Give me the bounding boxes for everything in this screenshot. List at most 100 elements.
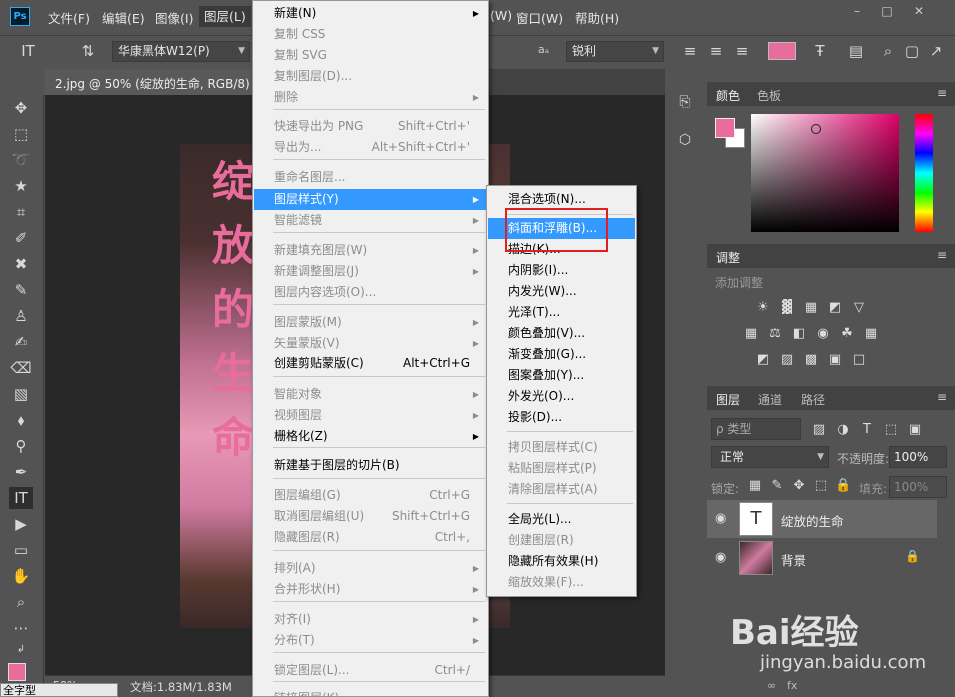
text-orientation-icon[interactable]: ⇅: [76, 40, 100, 62]
3d-panel-icon[interactable]: ⬡: [676, 132, 694, 150]
minimize-icon[interactable]: –: [850, 4, 864, 18]
layer-style-item[interactable]: 混合选项(N)...: [488, 189, 635, 210]
layer-menu-item[interactable]: 栅格化(Z) ▶: [254, 426, 487, 447]
maximize-icon[interactable]: □: [880, 4, 894, 18]
layer-style-item[interactable]: 创建图层(R): [488, 530, 635, 551]
marquee-tool-icon[interactable]: ⬚: [9, 123, 33, 145]
vibrance-icon[interactable]: ▽: [851, 300, 867, 316]
history-panel-icon[interactable]: ⎘: [676, 94, 694, 112]
layer-menu-item[interactable]: 复制 SVG: [254, 45, 487, 66]
layer-menu-item[interactable]: 复制图层(D)...: [254, 66, 487, 87]
menu-window[interactable]: 窗口(W): [516, 8, 563, 27]
lock-pixels-icon[interactable]: ✎: [769, 478, 785, 494]
path-select-tool-icon[interactable]: ▶: [9, 513, 33, 535]
menu-3d[interactable]: (W): [490, 8, 512, 23]
panel-menu-icon[interactable]: ≡: [937, 86, 947, 100]
menu-layer[interactable]: 图层(L): [199, 6, 251, 27]
invert-icon[interactable]: ◩: [755, 352, 771, 368]
tab-channels[interactable]: 通道: [758, 391, 782, 408]
channel-mixer-icon[interactable]: ☘: [839, 326, 855, 342]
layer-menu-item[interactable]: 合并形状(H) ▶: [254, 579, 487, 600]
layer-filter-select[interactable]: ρ 类型: [711, 418, 801, 440]
layer-menu-item[interactable]: 复制 CSS: [254, 24, 487, 45]
visibility-eye-icon[interactable]: ◉: [715, 511, 726, 526]
text-tool-preset-icon[interactable]: IT: [16, 40, 40, 62]
visibility-eye-icon[interactable]: ◉: [715, 550, 726, 565]
rectangle-tool-icon[interactable]: ▭: [9, 539, 33, 561]
layer-menu-item[interactable]: 智能对象 ▶: [254, 384, 487, 405]
filter-pixel-icon[interactable]: ▨: [811, 422, 827, 438]
layer-menu-item[interactable]: 视频图层 ▶: [254, 405, 487, 426]
filter-adjust-icon[interactable]: ◑: [835, 422, 851, 438]
foreground-color-swatch[interactable]: [8, 663, 26, 681]
layer-style-item[interactable]: 清除图层样式(A): [488, 479, 635, 500]
eraser-tool-icon[interactable]: ⌫: [9, 357, 33, 379]
close-icon[interactable]: ✕: [912, 4, 926, 18]
move-tool-icon[interactable]: ✥: [9, 97, 33, 119]
layer-menu-item[interactable]: 创建剪贴蒙版(C) Alt+Ctrl+G: [254, 353, 487, 374]
layer-row-background[interactable]: ◉ 背景 🔒: [707, 539, 937, 577]
menu-file[interactable]: 文件(F): [48, 8, 90, 27]
more-tools-icon[interactable]: ⋯: [9, 617, 33, 639]
tab-adjustments[interactable]: 调整: [716, 249, 740, 266]
layer-menu-item[interactable]: 锁定图层(L)... Ctrl+/: [254, 660, 487, 681]
photo-filter-icon[interactable]: ◉: [815, 326, 831, 342]
layer-menu-item[interactable]: 矢量蒙版(V) ▶: [254, 333, 487, 354]
layer-menu-item[interactable]: 分布(T) ▶: [254, 630, 487, 651]
layer-menu-item[interactable]: 新建基于图层的切片(B): [254, 455, 487, 476]
share-icon[interactable]: ↗: [924, 40, 948, 62]
menu-image[interactable]: 图像(I): [155, 8, 193, 27]
filter-smart-icon[interactable]: ▣: [907, 422, 923, 438]
layer-menu-item[interactable]: 图层蒙版(M) ▶: [254, 312, 487, 333]
layer-menu-item[interactable]: 隐藏图层(R) Ctrl+,: [254, 527, 487, 548]
menu-edit[interactable]: 编辑(E): [102, 8, 145, 27]
eyedropper-tool-icon[interactable]: ✐: [9, 227, 33, 249]
document-tab[interactable]: 2.jpg @ 50% (绽放的生命, RGB/8) *: [45, 69, 265, 95]
panel-menu-icon[interactable]: ≡: [937, 390, 947, 404]
text-color-swatch[interactable]: [768, 42, 796, 60]
brush-tool-icon[interactable]: ✎: [9, 279, 33, 301]
threshold-icon[interactable]: ▩: [803, 352, 819, 368]
pen-tool-icon[interactable]: ✒: [9, 461, 33, 483]
layer-menu-item[interactable]: 删除 ▶: [254, 87, 487, 108]
fill-input[interactable]: 100%: [889, 476, 947, 498]
layer-style-item[interactable]: 外发光(O)...: [488, 386, 635, 407]
layer-menu-item[interactable]: 快速导出为 PNG Shift+Ctrl+': [254, 116, 487, 137]
layer-style-item[interactable]: 内阴影(I)...: [488, 260, 635, 281]
character-panel-icon[interactable]: ▤: [844, 40, 868, 62]
layer-style-item[interactable]: 粘贴图层样式(P): [488, 458, 635, 479]
foreground-color-chip[interactable]: [715, 118, 735, 138]
curves-icon[interactable]: ▦: [803, 300, 819, 316]
gradient-map-icon[interactable]: ▣: [827, 352, 843, 368]
exposure-icon[interactable]: ◩: [827, 300, 843, 316]
zoom-tool-icon[interactable]: ⌕: [9, 591, 33, 613]
dodge-tool-icon[interactable]: ⚲: [9, 435, 33, 457]
font-family-select[interactable]: 华康黑体W12(P) ▼: [112, 41, 250, 62]
swap-colors-icon[interactable]: ↲: [9, 639, 33, 661]
layer-style-item[interactable]: 内发光(W)...: [488, 281, 635, 302]
layer-menu-item[interactable]: 排列(A) ▶: [254, 558, 487, 579]
black-white-icon[interactable]: ◧: [791, 326, 807, 342]
tab-layers[interactable]: 图层: [716, 391, 740, 408]
layer-menu-item[interactable]: 新建填充图层(W) ▶: [254, 240, 487, 261]
workspace-icon[interactable]: ▢: [900, 40, 924, 62]
quick-select-tool-icon[interactable]: ★: [9, 175, 33, 197]
filter-type-icon[interactable]: T: [859, 422, 875, 438]
hue-saturation-icon[interactable]: ▦: [743, 326, 759, 342]
posterize-icon[interactable]: ▨: [779, 352, 795, 368]
layer-style-item[interactable]: 渐变叠加(G)...: [488, 344, 635, 365]
lock-transparent-icon[interactable]: ▦: [747, 478, 763, 494]
tab-swatches[interactable]: 色板: [757, 87, 781, 104]
history-brush-tool-icon[interactable]: ✍: [9, 331, 33, 353]
tab-color[interactable]: 颜色: [716, 87, 740, 104]
hue-slider[interactable]: [915, 114, 933, 232]
layer-style-item[interactable]: 光泽(T)...: [488, 302, 635, 323]
menu-help[interactable]: 帮助(H): [575, 8, 619, 27]
align-center-icon[interactable]: ≡: [704, 40, 728, 62]
lock-all-icon[interactable]: 🔒: [835, 478, 851, 494]
align-left-icon[interactable]: ≡: [678, 40, 702, 62]
crop-tool-icon[interactable]: ⌗: [9, 201, 33, 223]
layer-menu-item[interactable]: 导出为... Alt+Shift+Ctrl+': [254, 137, 487, 158]
layer-style-item[interactable]: 颜色叠加(V)...: [488, 323, 635, 344]
layer-menu-item[interactable]: 图层编组(G) Ctrl+G: [254, 485, 487, 506]
